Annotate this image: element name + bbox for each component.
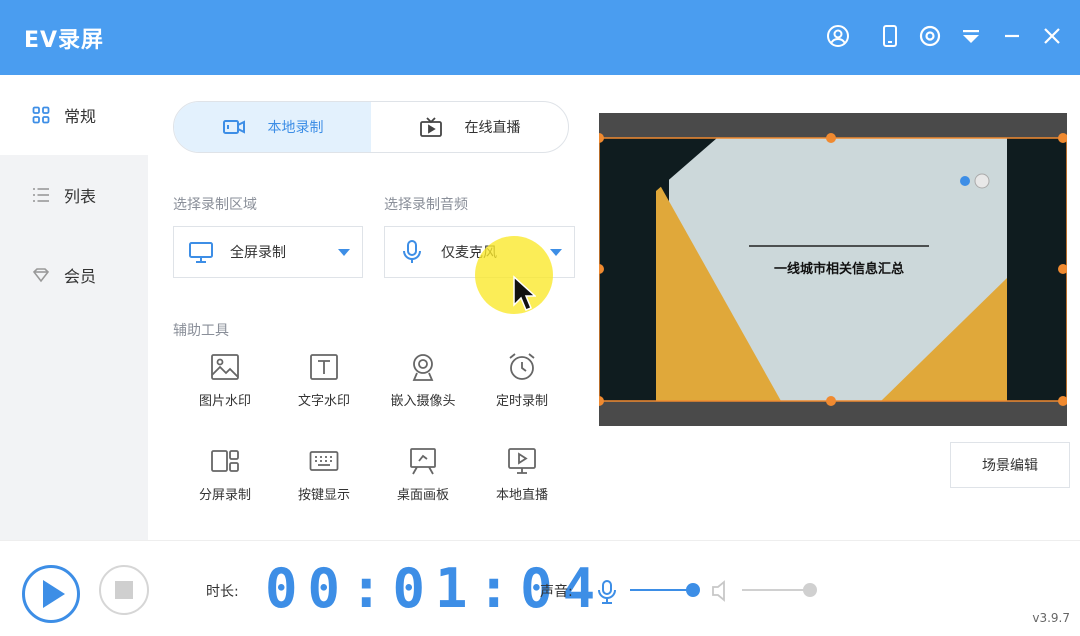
sidebar-item-general[interactable]: 常规 — [0, 75, 148, 155]
tab-online-live[interactable]: 在线直播 — [371, 102, 568, 152]
tool-text-watermark[interactable]: 文字水印 — [274, 352, 374, 422]
tab-label: 本地录制 — [267, 120, 324, 136]
tool-split-screen[interactable]: 分屏录制 — [175, 446, 275, 516]
easel-icon — [410, 448, 436, 475]
record-area-value: 全屏录制 — [230, 245, 286, 261]
keyboard-icon — [309, 451, 339, 471]
image-icon — [211, 354, 239, 380]
sidebar-item-label: 会员 — [64, 267, 97, 286]
speaker-volume-fill — [742, 589, 810, 591]
chevron-down-icon — [550, 249, 562, 256]
sidebar-item-list[interactable]: 列表 — [0, 155, 148, 235]
settings-icon[interactable] — [916, 22, 944, 50]
tool-label: 桌面画板 — [396, 488, 449, 503]
record-audio-label: 选择录制音频 — [384, 197, 468, 213]
tool-label: 按键显示 — [297, 488, 350, 503]
record-area-label: 选择录制区域 — [173, 197, 257, 213]
tool-label: 嵌入摄像头 — [390, 394, 456, 409]
app-title: EV录屏 — [24, 28, 105, 53]
split-screen-icon — [211, 450, 239, 472]
webcam-icon — [412, 354, 434, 381]
user-icon[interactable] — [824, 22, 852, 50]
tool-label: 分屏录制 — [198, 488, 251, 503]
sound-label: 声音: — [540, 584, 573, 600]
record-area-select[interactable]: 全屏录制 — [173, 226, 363, 278]
preview-frame: 一线城市相关信息汇总 — [599, 133, 1067, 406]
live-icon — [508, 448, 536, 474]
monitor-icon — [188, 239, 214, 265]
sidebar-item-label: 列表 — [64, 187, 97, 206]
sidebar: 常规 列表 会员 — [0, 75, 148, 540]
mode-tabs: 本地录制 在线直播 — [173, 101, 569, 153]
close-icon[interactable] — [1038, 22, 1066, 50]
speaker-icon[interactable] — [710, 579, 732, 603]
tool-key-display[interactable]: 按键显示 — [274, 446, 374, 516]
speaker-volume-knob[interactable] — [803, 583, 817, 597]
mic-icon[interactable] — [596, 579, 618, 605]
chevron-down-icon — [338, 249, 350, 256]
list-icon — [30, 184, 52, 206]
version-label: v3.9.7 — [1032, 611, 1070, 625]
stop-icon — [115, 581, 133, 599]
text-icon — [310, 354, 338, 380]
tool-timed-record[interactable]: 定时录制 — [472, 352, 572, 422]
tool-label: 文字水印 — [297, 394, 350, 409]
tv-icon — [419, 117, 442, 137]
diamond-icon — [30, 264, 52, 286]
mic-volume-knob[interactable] — [686, 583, 700, 597]
camera-icon — [222, 120, 245, 134]
tab-label: 在线直播 — [464, 120, 521, 136]
tool-embed-webcam[interactable]: 嵌入摄像头 — [373, 352, 473, 422]
alarm-icon — [509, 353, 535, 380]
speaker-volume-slider[interactable] — [742, 583, 817, 597]
grid-icon — [30, 104, 52, 126]
sidebar-item-label: 常规 — [64, 107, 97, 126]
tool-local-live[interactable]: 本地直播 — [472, 446, 572, 516]
duration-label: 时长: — [206, 584, 239, 600]
scene-edit-button[interactable]: 场景编辑 — [950, 442, 1070, 488]
phone-icon[interactable] — [876, 22, 904, 50]
tool-image-watermark[interactable]: 图片水印 — [175, 352, 275, 422]
tools-label: 辅助工具 — [173, 323, 229, 339]
cursor-arrow-icon — [513, 275, 536, 311]
play-button[interactable] — [22, 565, 80, 623]
stop-button[interactable] — [99, 565, 149, 615]
mic-volume-fill — [630, 589, 693, 591]
bottom-bar: 时长: 00:01:04 声音: v3.9.7 — [0, 540, 1080, 636]
sidebar-item-member[interactable]: 会员 — [0, 235, 148, 315]
minimize-icon[interactable] — [998, 22, 1026, 50]
mic-volume-slider[interactable] — [630, 583, 700, 597]
title-bar: EV录屏 — [0, 0, 1080, 75]
tool-label: 定时录制 — [495, 394, 548, 409]
tool-desktop-board[interactable]: 桌面画板 — [373, 446, 473, 516]
tool-label: 本地直播 — [495, 488, 548, 503]
play-icon — [43, 580, 65, 608]
tab-local-record[interactable]: 本地录制 — [174, 102, 371, 152]
mic-icon — [399, 239, 425, 265]
slide-title: 一线城市相关信息汇总 — [774, 261, 904, 277]
recording-preview[interactable]: 一线城市相关信息汇总 — [599, 113, 1067, 426]
tool-label: 图片水印 — [198, 394, 251, 409]
dropdown-icon[interactable] — [957, 22, 985, 50]
